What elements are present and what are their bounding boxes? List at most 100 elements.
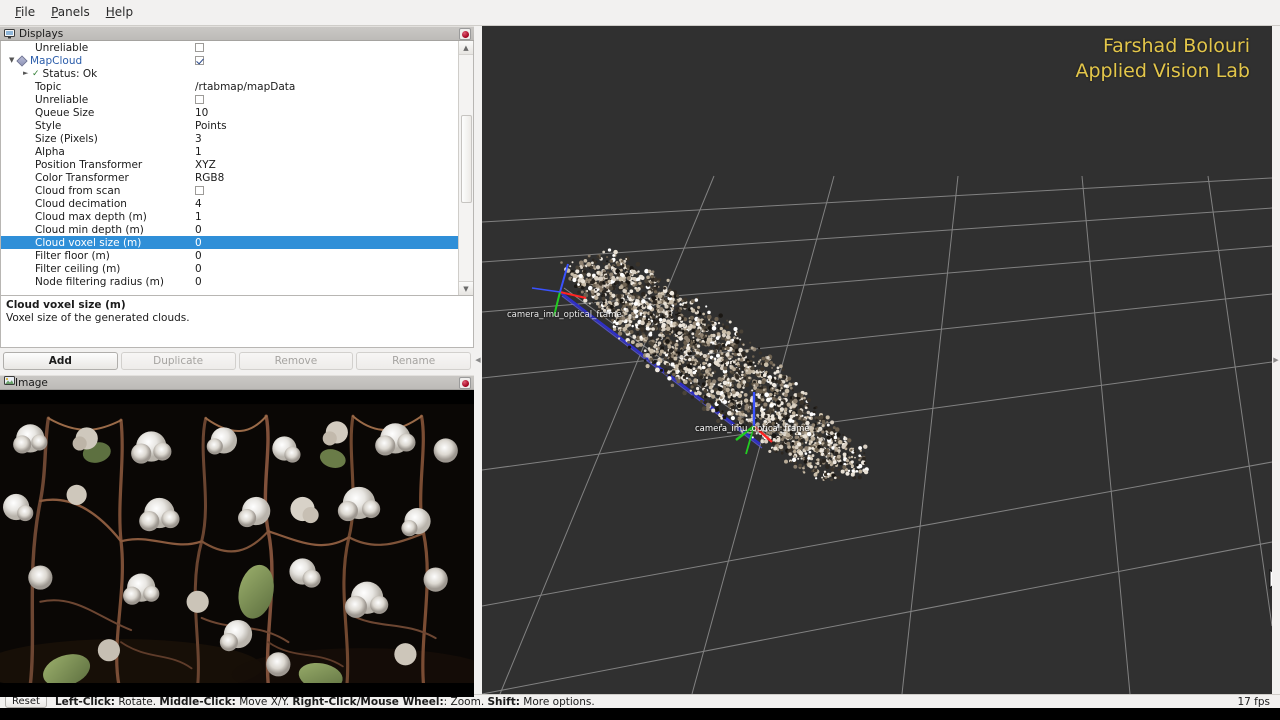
property-row[interactable]: Unreliable	[1, 41, 458, 54]
render-view-3d[interactable]: Farshad Bolouri Applied Vision Lab camer…	[482, 26, 1272, 694]
property-value: 10	[195, 106, 209, 119]
property-name-cell: Cloud from scan	[1, 185, 193, 197]
image-close-icon[interactable]	[459, 377, 471, 389]
property-label: Cloud max depth (m)	[35, 210, 147, 223]
property-row[interactable]: Topic/rtabmap/mapData	[1, 80, 458, 93]
property-label: Unreliable	[35, 41, 89, 54]
ground-grid	[482, 26, 1272, 694]
property-row[interactable]: Cloud voxel size (m) 0	[1, 236, 458, 249]
displays-panel-titlebar[interactable]: Displays	[0, 26, 474, 41]
property-value-cell[interactable]: 0	[193, 263, 458, 275]
property-row[interactable]: Cloud from scan	[1, 184, 458, 197]
property-value-cell[interactable]	[193, 42, 458, 54]
description-body: Voxel size of the generated clouds.	[6, 312, 190, 324]
image-letterbox-top	[0, 390, 474, 404]
property-row[interactable]: Position Transformer XYZ	[1, 158, 458, 171]
property-description-pane: Cloud voxel size (m) Voxel size of the g…	[0, 296, 474, 348]
left-dock: Displays Unreliable ▼ MapCloud ► ✓ Status: Ok…	[0, 26, 474, 697]
property-value-cell[interactable]: 0	[193, 250, 458, 262]
property-value-cell[interactable]: 4	[193, 198, 458, 210]
help-segment: Rotate.	[115, 695, 160, 708]
property-value: 3	[195, 132, 202, 145]
property-value: 0	[195, 249, 202, 262]
property-value-cell[interactable]: 1	[193, 211, 458, 223]
property-name-cell: Cloud decimation	[1, 198, 193, 210]
remove-button[interactable]: Remove	[238, 352, 354, 370]
image-icon	[4, 376, 15, 389]
menu-file[interactable]: File	[8, 3, 42, 22]
property-row[interactable]: Color Transformer RGB8	[1, 171, 458, 184]
property-name-cell: Cloud voxel size (m)	[1, 237, 193, 249]
property-row[interactable]: Filter floor (m) 0	[1, 249, 458, 262]
duplicate-button[interactable]: Duplicate	[120, 352, 236, 370]
property-value-cell[interactable]	[193, 55, 458, 67]
property-label: Filter floor (m)	[35, 249, 110, 262]
property-value-cell[interactable]: 0	[193, 237, 458, 249]
property-name-cell: Color Transformer	[1, 172, 193, 184]
help-segment: Shift:	[487, 695, 520, 708]
fps-counter: 17 fps	[1237, 695, 1270, 708]
scrollbar-thumb[interactable]	[461, 115, 472, 203]
property-label: Node filtering radius (m)	[35, 275, 164, 288]
help-segment: Left-Click:	[54, 695, 116, 708]
property-row[interactable]: Size (Pixels) 3	[1, 132, 458, 145]
property-value-cell[interactable]: Points	[193, 120, 458, 132]
property-row[interactable]: Cloud decimation 4	[1, 197, 458, 210]
chevron-right-icon[interactable]: ►	[23, 70, 32, 77]
property-value-cell[interactable]: 0	[193, 276, 458, 288]
property-label: Unreliable	[35, 93, 89, 106]
displays-close-icon[interactable]	[459, 28, 471, 40]
property-name-cell: Filter floor (m)	[1, 250, 193, 262]
property-value-cell[interactable]: 3	[193, 133, 458, 145]
property-checkbox[interactable]	[195, 55, 204, 65]
property-row[interactable]: ► ✓ Status: Ok	[1, 67, 458, 80]
window-bottom-edge	[0, 708, 1280, 720]
camera-image-view[interactable]	[0, 390, 474, 697]
property-row[interactable]: Cloud max depth (m) 1	[1, 210, 458, 223]
property-value-cell[interactable]: 1	[193, 146, 458, 158]
menu-help[interactable]: Help	[99, 3, 140, 22]
property-label: Topic	[35, 80, 62, 93]
help-segment: More options.	[519, 695, 595, 708]
property-row[interactable]: Node filtering radius (m) 0	[1, 275, 458, 288]
property-value-cell[interactable]: RGB8	[193, 172, 458, 184]
rviz-window: File Panels Help Displays Unreliable ▼ Map…	[0, 0, 1280, 720]
property-row[interactable]: Alpha 1	[1, 145, 458, 158]
property-name-cell: Topic	[1, 81, 193, 93]
property-value: XYZ	[195, 158, 216, 171]
property-row[interactable]: Filter ceiling (m) 0	[1, 262, 458, 275]
add-button[interactable]: Add	[3, 352, 118, 370]
property-value-cell[interactable]	[193, 185, 458, 197]
rename-button[interactable]: Rename	[356, 352, 471, 370]
property-value-cell[interactable]: 10	[193, 107, 458, 119]
displays-tree-scrollbar[interactable]: ▲ ▼	[458, 41, 473, 295]
property-name-cell: Size (Pixels)	[1, 133, 193, 145]
image-panel-titlebar[interactable]: Image	[0, 375, 474, 390]
property-row[interactable]: ▼ MapCloud	[1, 54, 458, 67]
property-value: 0	[195, 262, 202, 275]
description-title: Cloud voxel size (m)	[6, 299, 126, 311]
scroll-up-icon[interactable]: ▲	[459, 41, 473, 55]
displays-tree[interactable]: Unreliable ▼ MapCloud ► ✓ Status: Ok Topic/rta…	[0, 41, 474, 296]
property-row[interactable]: Cloud min depth (m) 0	[1, 223, 458, 236]
property-checkbox[interactable]	[195, 42, 204, 52]
property-checkbox[interactable]	[195, 185, 204, 195]
menu-panels[interactable]: Panels	[44, 3, 97, 22]
property-value-cell[interactable]: XYZ	[193, 159, 458, 171]
property-value-cell[interactable]: 0	[193, 224, 458, 236]
property-label: MapCloud	[30, 54, 83, 67]
property-value-cell[interactable]	[193, 94, 458, 106]
menu-bar: File Panels Help	[0, 0, 1280, 26]
right-dock-splitter[interactable]: ▶	[1272, 26, 1280, 694]
property-name-cell: Node filtering radius (m)	[1, 276, 193, 288]
displays-panel-title: Displays	[19, 27, 64, 40]
scroll-down-icon[interactable]: ▼	[459, 281, 473, 295]
property-row[interactable]: Unreliable	[1, 93, 458, 106]
property-row[interactable]: Queue Size 10	[1, 106, 458, 119]
property-label: Position Transformer	[35, 158, 143, 171]
property-row[interactable]: Style Points	[1, 119, 458, 132]
property-label: Cloud voxel size (m)	[35, 236, 142, 249]
left-dock-splitter[interactable]: ◀	[474, 26, 482, 694]
property-value-cell[interactable]: /rtabmap/mapData	[193, 81, 458, 93]
property-checkbox[interactable]	[195, 94, 204, 104]
